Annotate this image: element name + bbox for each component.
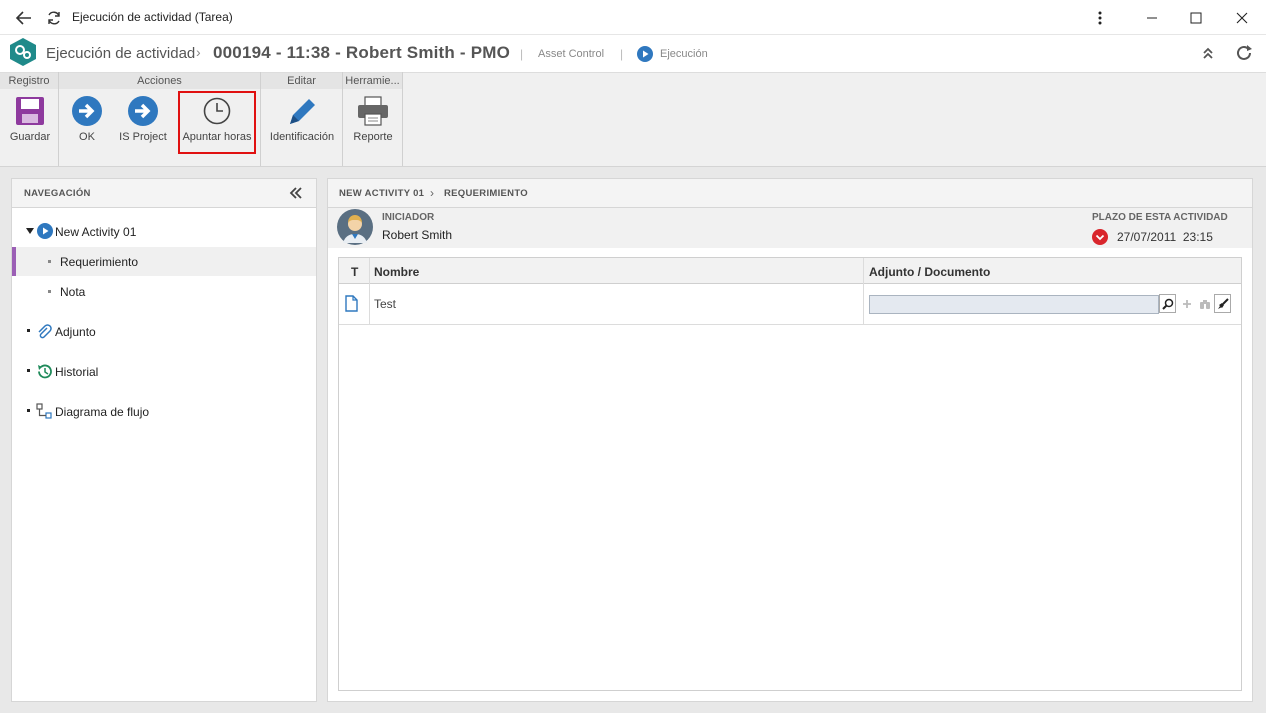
is-project-button[interactable]: IS Project [113, 91, 173, 153]
identificacion-label: Identificación [269, 131, 335, 143]
process-name: Asset Control [538, 48, 605, 60]
column-header-name[interactable]: Nombre [374, 265, 419, 279]
history-icon [38, 364, 52, 379]
deadline-time: 23:15 [1182, 230, 1213, 244]
column-header-document[interactable]: Adjunto / Documento [869, 265, 990, 279]
window-title: Ejecución de actividad (Tarea) [72, 10, 233, 24]
table-header [339, 258, 1241, 284]
app-logo-icon [8, 37, 38, 67]
header-divider: | [620, 47, 624, 61]
arrow-right-circle-icon [127, 95, 159, 130]
collapse-up-icon[interactable] [1201, 45, 1215, 64]
bullet [27, 329, 30, 332]
nav-item-diagrama-label: Diagrama de flujo [55, 405, 150, 419]
is-project-label: IS Project [119, 131, 167, 143]
nav-item-activity-label: New Activity 01 [55, 225, 137, 239]
column-header-type[interactable]: T [351, 265, 358, 279]
collapse-left-icon[interactable] [289, 186, 303, 203]
save-label: Guardar [9, 131, 51, 143]
nav-item-selected-highlight [12, 247, 316, 276]
content-breadcrumb-current: REQUERIMIENTO [444, 188, 528, 199]
apuntar-horas-button[interactable]: Apuntar horas [178, 91, 256, 154]
record-title: 000194 - 11:38 - Robert Smith - PMO [213, 43, 511, 62]
row-name: Test [374, 297, 397, 311]
close-icon[interactable] [1230, 0, 1254, 35]
deadline-value: 27/07/2011 23:15 [1117, 230, 1213, 244]
module-title[interactable]: Ejecución de actividad [46, 45, 195, 62]
overdue-chevron-icon [1092, 229, 1108, 248]
binoculars-icon[interactable] [1196, 294, 1213, 313]
floppy-disk-icon [14, 95, 46, 130]
group-label-registro: Registro [0, 73, 58, 89]
window-titlebar: Ejecución de actividad (Tarea) [0, 0, 1266, 35]
initiator-label: INICIADOR [382, 212, 435, 223]
breadcrumb-chevron-icon: › [430, 186, 435, 200]
pencil-icon [285, 95, 319, 132]
save-button[interactable]: Guardar [0, 91, 60, 153]
arrow-right-circle-icon [71, 95, 103, 130]
group-label-herramientas: Herramie... [343, 73, 402, 89]
nav-item-nota-label: Nota [60, 285, 86, 299]
caret-down-icon [26, 228, 34, 234]
group-label-editar: Editar [261, 73, 342, 89]
avatar [337, 209, 373, 248]
back-arrow-icon[interactable] [10, 0, 38, 35]
clear-brush-icon[interactable] [1214, 294, 1231, 313]
content-breadcrumb-activity[interactable]: NEW ACTIVITY 01 [339, 188, 424, 199]
reporte-button[interactable]: Reporte [343, 91, 403, 153]
group-label-acciones: Acciones [59, 73, 260, 89]
more-options-icon[interactable] [1090, 0, 1110, 35]
maximize-icon[interactable] [1184, 0, 1208, 35]
header-divider: | [520, 47, 524, 61]
paperclip-icon [38, 324, 52, 339]
play-circle-icon [37, 223, 53, 239]
deadline-date: 27/07/2011 [1117, 230, 1177, 244]
clock-icon [202, 96, 232, 129]
refresh-icon[interactable] [1235, 44, 1253, 65]
nav-item-historial-label: Historial [55, 365, 99, 379]
ok-button[interactable]: OK [57, 91, 117, 153]
bullet [27, 409, 30, 412]
apuntar-horas-label: Apuntar horas [182, 131, 252, 143]
ok-label: OK [79, 131, 95, 143]
reload-icon[interactable] [42, 0, 66, 35]
reporte-label: Reporte [353, 131, 393, 143]
breadcrumb-chevron-icon: › [196, 44, 201, 60]
navigation-title: NAVEGACIÓN [24, 188, 91, 199]
initiator-name: Robert Smith [382, 228, 453, 242]
bullet [48, 260, 51, 263]
nav-item-adjunto-label: Adjunto [55, 325, 96, 339]
search-icon[interactable] [1159, 294, 1176, 313]
play-status-icon [637, 46, 653, 65]
identificacion-button[interactable]: Identificación [268, 91, 336, 153]
document-field[interactable] [869, 295, 1159, 314]
bullet [48, 290, 51, 293]
document-icon [345, 295, 358, 315]
bullet [27, 369, 30, 372]
deadline-label: PLAZO DE ESTA ACTIVIDAD [1092, 212, 1228, 223]
add-icon[interactable] [1178, 294, 1195, 313]
nav-item-requerimiento-label: Requerimiento [60, 255, 139, 269]
printer-icon [356, 95, 390, 130]
user-avatar-icon [337, 209, 373, 245]
minimize-icon[interactable] [1140, 0, 1164, 35]
status-label: Ejecución [660, 48, 708, 60]
flowchart-icon [36, 403, 52, 419]
